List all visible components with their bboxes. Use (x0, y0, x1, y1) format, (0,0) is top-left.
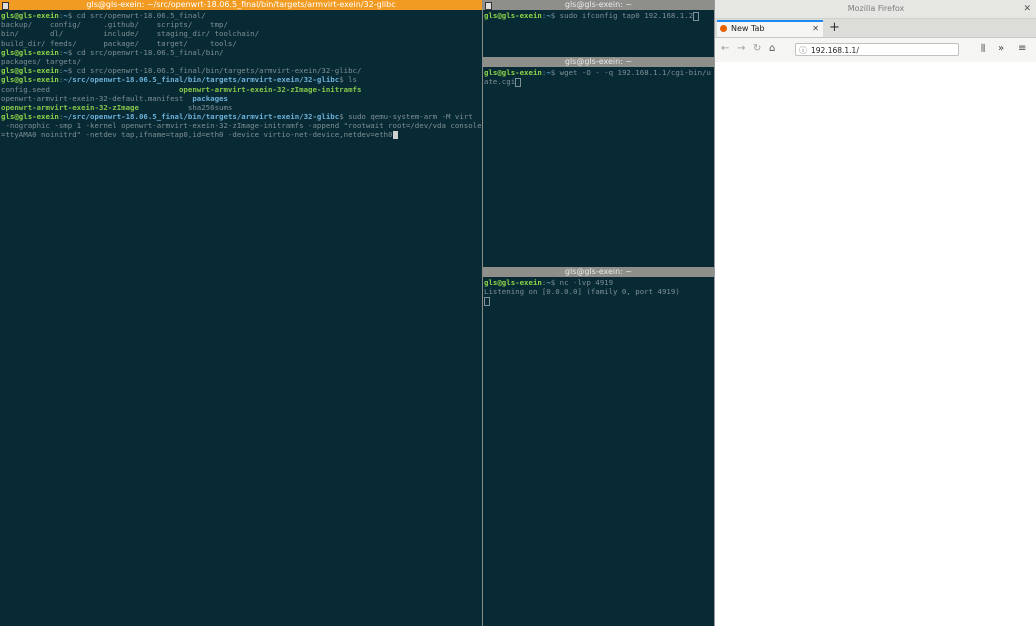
terminal-text-segment: openwrt-armvirt-exein-32-zImage-initramf… (178, 84, 362, 94)
terminal-line: backup/ config/ .github/ scripts/ tmp/ (1, 20, 481, 29)
terminal-text-segment: $ sudo qemu-system-arm -M virt (339, 112, 473, 122)
url-bar[interactable]: ⓘ 192.168.1.1/ (795, 43, 959, 56)
terminal-text-segment: $ ls (339, 75, 357, 85)
terminal-text-segment: gls@gls-exein (484, 68, 542, 77)
back-arrow-icon[interactable]: ← (721, 43, 729, 55)
terminal-text-segment: Listening on [0.0.0.0] (family 0, port 4… (484, 287, 680, 297)
terminal-line: gls@gls-exein:~/src/openwrt-18.06.5_fina… (1, 112, 481, 121)
forward-arrow-icon[interactable]: → (737, 43, 745, 55)
terminal-line: config.seed openwrt-armvirt-exein-32-zIm… (1, 85, 481, 94)
terminal-text-segment: openwrt-armvirt-exein-32-default.manifes… (1, 93, 193, 103)
terminal-line: bin/ dl/ include/ staging_dir/ toolchain… (1, 29, 481, 38)
middle-right-terminal-titlebar[interactable]: gls@gls-exein: ~ (483, 57, 714, 67)
terminal-line (484, 296, 713, 306)
middle-right-terminal-title: gls@gls-exein: ~ (564, 57, 633, 66)
terminal-text-segment: bin/ dl/ include/ staging_dir/ toolchain… (1, 29, 260, 39)
library-icon[interactable]: ⫼ (981, 43, 985, 55)
info-icon[interactable]: ⓘ (799, 44, 807, 57)
terminal-line: gls@gls-exein:~$ cd src/openwrt-18.06.5_… (1, 48, 481, 57)
tab-new-tab[interactable]: New Tab ✕ (717, 20, 823, 37)
terminal-text-segment: gls@gls-exein (1, 11, 59, 20)
terminal-text-segment: ~/src/openwrt-18.06.5_final/bin/targets/… (63, 112, 340, 122)
terminal-text-segment: sha256sums (138, 102, 233, 112)
close-icon[interactable]: ✕ (1023, 0, 1031, 18)
terminal-line: packages/ targets/ (1, 57, 481, 66)
terminal-text-segment: $ cd src/openwrt-18.06.5_final/bin/ (67, 47, 224, 57)
top-right-terminal-title: gls@gls-exein: ~ (564, 0, 633, 9)
top-right-terminal-titlebar[interactable]: gls@gls-exein: ~ (483, 0, 714, 10)
bottom-right-terminal-title: gls@gls-exein: ~ (564, 267, 633, 276)
terminal-menu-icon[interactable] (485, 2, 492, 10)
firefox-titlebar[interactable]: Mozilla Firefox ✕ (715, 0, 1036, 19)
terminal-text-segment: ate.cgi (484, 77, 516, 87)
terminal-line: openwrt-armvirt-exein-32-zImage sha256su… (1, 103, 481, 112)
terminal-text-segment: gls@gls-exein (1, 112, 59, 122)
hamburger-menu-icon[interactable]: ≡ (1018, 43, 1026, 55)
firefox-window-title: Mozilla Firefox (847, 4, 905, 13)
bottom-right-terminal-pane[interactable]: gls@gls-exein: ~ gls@gls-exein:~$ nc -lv… (483, 267, 714, 626)
terminal-line: gls@gls-exein:~$ sudo ifconfig tap0 192.… (484, 11, 713, 21)
tab-close-icon[interactable]: ✕ (812, 22, 819, 36)
terminal-text-segment: openwrt-armvirt-exein-32-zImage (1, 102, 139, 112)
terminal-line: -nographic -smp 1 -kernel openwrt-armvir… (1, 121, 481, 130)
terminal-cursor (693, 11, 700, 21)
terminal-text-segment: $ cd src/openwrt-18.06.5_final/ (67, 11, 206, 20)
bottom-right-terminal-output[interactable]: gls@gls-exein:~$ nc -lvp 4919 Listening o… (484, 278, 713, 626)
url-text: 192.168.1.1/ (811, 46, 859, 55)
terminal-line: gls@gls-exein:~$ cd src/openwrt-18.06.5_… (1, 66, 481, 75)
top-right-terminal-output[interactable]: gls@gls-exein:~$ sudo ifconfig tap0 192.… (484, 11, 713, 56)
tab-label: New Tab (731, 24, 765, 33)
middle-right-terminal-pane[interactable]: gls@gls-exein: ~ gls@gls-exein:~$ wget -… (483, 57, 714, 266)
terminal-line: build_dir/ feeds/ package/ target/ tools… (1, 39, 481, 48)
terminal-area: gls@gls-exein: ~/src/openwrt-18.06.5_fin… (0, 0, 714, 626)
home-icon[interactable]: ⌂ (769, 43, 775, 55)
terminal-text-segment: $ cd src/openwrt-18.06.5_final/bin/targe… (67, 66, 362, 76)
terminal-text-segment: gls@gls-exein (1, 66, 59, 76)
terminal-text-segment: gls@gls-exein (484, 11, 542, 20)
terminal-line: gls@gls-exein:~$ cd src/openwrt-18.06.5_… (1, 11, 481, 20)
firefox-favicon-icon (720, 25, 727, 32)
terminal-menu-icon[interactable] (2, 2, 9, 10)
top-right-terminal-pane[interactable]: gls@gls-exein: ~ gls@gls-exein:~$ sudo i… (483, 0, 714, 56)
firefox-navbar: ← → ↻ ⌂ ⓘ 192.168.1.1/ ⫼ » ≡ (715, 38, 1036, 63)
firefox-page-content[interactable] (715, 62, 1036, 626)
main-terminal-title: gls@gls-exein: ~/src/openwrt-18.06.5_fin… (86, 0, 396, 9)
terminal-text-segment: gls@gls-exein (1, 47, 59, 57)
terminal-text-segment: ~/src/openwrt-18.06.5_final/bin/targets/… (63, 75, 340, 85)
terminal-text-segment: =ttyAMA0 noinitrd" -netdev tap,ifname=ta… (1, 130, 393, 140)
terminal-text-segment: $ nc -lvp 4919 (550, 278, 614, 287)
terminal-cursor (515, 77, 522, 87)
new-tab-plus-icon[interactable]: + (829, 19, 840, 37)
terminal-line: openwrt-armvirt-exein-32-default.manifes… (1, 94, 481, 103)
terminal-text-segment: gls@gls-exein (1, 75, 59, 85)
terminal-text-segment: packages/ targets/ (1, 56, 82, 66)
terminal-line: ate.cgi (484, 77, 713, 87)
reload-icon[interactable]: ↻ (753, 43, 761, 55)
bottom-right-terminal-titlebar[interactable]: gls@gls-exein: ~ (483, 267, 714, 277)
terminal-cursor (392, 131, 398, 140)
terminal-text-segment: backup/ config/ .github/ scripts/ tmp/ (1, 20, 228, 30)
middle-right-terminal-output[interactable]: gls@gls-exein:~$ wget -O - -q 192.168.1.… (484, 68, 713, 266)
terminal-text-segment: packages (192, 93, 228, 103)
terminal-text-segment: gls@gls-exein (484, 278, 542, 287)
main-terminal-pane[interactable]: gls@gls-exein: ~/src/openwrt-18.06.5_fin… (0, 0, 482, 626)
terminal-line: gls@gls-exein:~$ nc -lvp 4919 (484, 278, 713, 287)
terminal-line: Listening on [0.0.0.0] (family 0, port 4… (484, 287, 713, 296)
terminal-line: gls@gls-exein:~/src/openwrt-18.06.5_fina… (1, 75, 481, 84)
terminal-line: =ttyAMA0 noinitrd" -netdev tap,ifname=ta… (1, 130, 481, 140)
main-terminal-output[interactable]: gls@gls-exein:~$ cd src/openwrt-18.06.5_… (1, 11, 482, 626)
terminal-text-segment: $ wget -O - -q 192.168.1.1/cgi-bin/u (550, 68, 711, 77)
terminal-text-segment: -nographic -smp 1 -kernel openwrt-armvir… (1, 121, 482, 131)
firefox-tab-strip: New Tab ✕ + (715, 19, 1036, 38)
terminal-text-segment: build_dir/ feeds/ package/ target/ tools… (1, 38, 237, 48)
terminal-cursor (484, 296, 490, 306)
terminal-text-segment: config.seed (1, 84, 179, 94)
terminal-text-segment: $ sudo ifconfig tap0 192.168.1.2 (550, 11, 694, 20)
firefox-window[interactable]: Mozilla Firefox ✕ New Tab ✕ + ← → ↻ ⌂ ⓘ … (714, 0, 1036, 626)
terminal-line: gls@gls-exein:~$ wget -O - -q 192.168.1.… (484, 68, 713, 77)
main-terminal-titlebar[interactable]: gls@gls-exein: ~/src/openwrt-18.06.5_fin… (0, 0, 482, 10)
overflow-chevron-icon[interactable]: » (998, 43, 1004, 55)
